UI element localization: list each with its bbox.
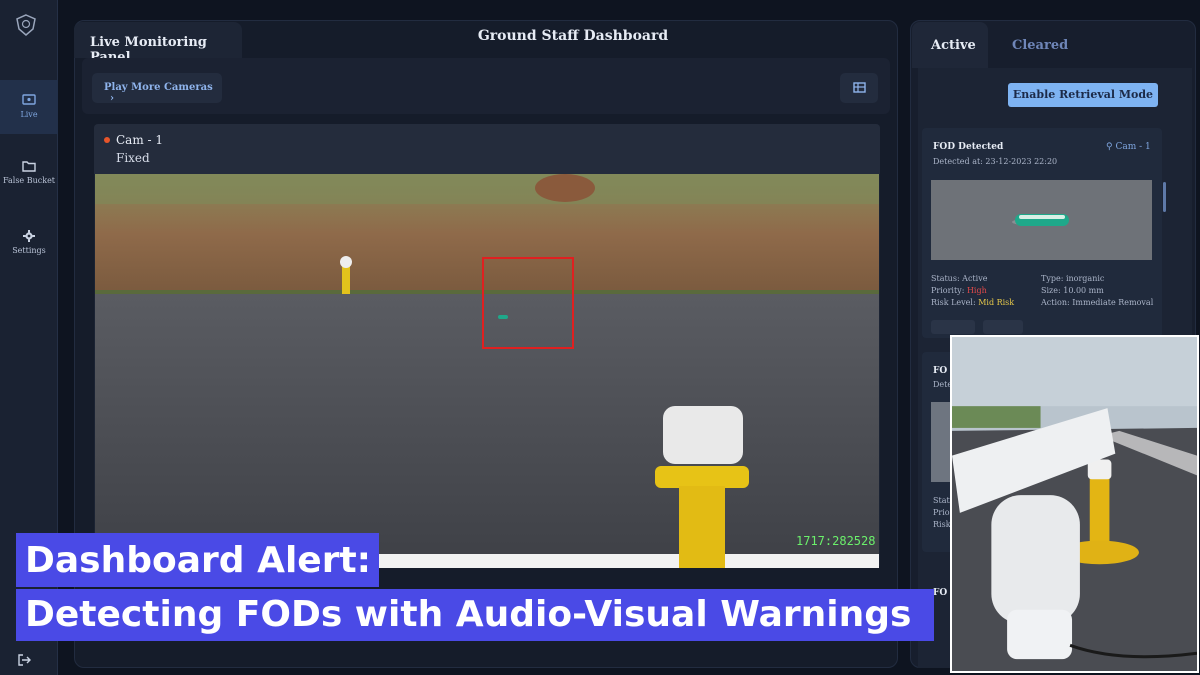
fod-priority-value: High (966, 286, 987, 295)
sidebar-item-settings[interactable]: Settings (0, 230, 58, 264)
location-pin-icon: ⚲ (1106, 142, 1113, 152)
tab-cleared[interactable]: Cleared (1012, 38, 1068, 53)
fod-status: Status: Active (931, 274, 988, 283)
camera-name: Cam - 1 (116, 133, 164, 147)
sidebar-item-label: False Bucket (2, 176, 56, 185)
sidebar-item-live[interactable]: Live (0, 80, 58, 134)
live-icon (22, 94, 36, 105)
fod-risk-label: Risk Level: (931, 298, 976, 307)
fod-thumbnail[interactable] (931, 180, 1152, 260)
fod-action-button-1[interactable] (931, 320, 975, 334)
fod-camera-photo (950, 335, 1199, 673)
caption-line-1: Dashboard Alert: (16, 533, 380, 587)
logout-icon[interactable] (18, 654, 32, 666)
video-timestamp: 1717:282528 (796, 534, 876, 548)
fod-risk-value: Mid Risk (978, 298, 1015, 307)
fod-priority: Priority: High (931, 286, 987, 295)
caption-line-2: Detecting FODs with Audio-Visual Warning… (16, 589, 934, 641)
play-more-label: Play More Cameras (104, 82, 213, 93)
tab-active[interactable]: Active (912, 22, 988, 68)
page-title: Ground Staff Dashboard (477, 28, 669, 44)
camera-feed[interactable] (95, 174, 879, 568)
recording-indicator (104, 137, 110, 143)
fod-alert-2-thumbnail[interactable] (931, 402, 951, 482)
fod-alert-2-title: FO (933, 366, 948, 376)
fod-alert-title: FOD Detected (933, 142, 1004, 152)
grid-view-button[interactable] (840, 73, 878, 103)
sidebar-item-label: Settings (12, 246, 46, 255)
shield-logo-icon (16, 14, 36, 36)
fod-alert-camera: ⚲ Cam - 1 (1106, 142, 1151, 152)
fod-type: Type: inorganic (1041, 274, 1105, 283)
tab-live-monitoring[interactable]: Live Monitoring Panel (74, 22, 242, 65)
grid-view-icon (853, 82, 866, 93)
chevron-right-icon: › (110, 93, 114, 104)
fod-alert-3-title: FO (933, 588, 948, 598)
fod-alert-camera-label: Cam - 1 (1115, 142, 1151, 152)
fod-alert-2-risk: Risk (933, 520, 951, 529)
fod-risk-level: Risk Level: Mid Risk (931, 298, 1014, 307)
fod-priority-label: Priority: (931, 286, 965, 295)
play-more-cameras-button[interactable]: Play More Cameras › (92, 73, 222, 104)
enable-retrieval-mode-button[interactable]: Enable Retrieval Mode (1008, 83, 1158, 107)
fod-size: Size: 10.00 mm (1041, 286, 1104, 295)
fod-action-button-2[interactable] (983, 320, 1023, 334)
camera-mode: Fixed (116, 151, 150, 165)
folder-icon (22, 161, 36, 172)
gear-icon (23, 230, 35, 242)
fod-action: Action: Immediate Removal (1041, 298, 1154, 307)
camera-header (94, 124, 880, 174)
alerts-scrollbar[interactable] (1163, 182, 1166, 212)
fod-alert-detected-at: Detected at: 23-12-2023 22:20 (933, 157, 1058, 166)
sidebar-item-label: Live (20, 110, 38, 119)
sidebar-item-false-bucket[interactable]: False Bucket (0, 160, 58, 194)
